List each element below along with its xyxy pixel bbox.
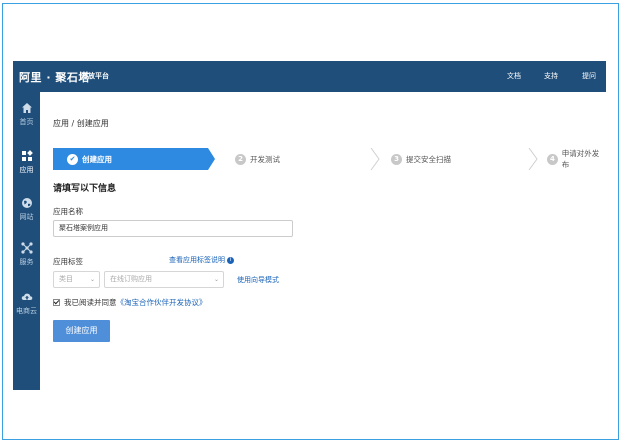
sidebar-item-site[interactable]: 网站 [13, 197, 40, 222]
main-content: 应用 / 创建应用 ✔ 创建应用 2 开发测试 3 提交安全扫描 4 申请对外发… [40, 92, 606, 390]
home-icon [21, 103, 32, 113]
sidebar-item-label: 服务 [19, 258, 34, 266]
step-publish: 4 申请对外发布 [547, 148, 606, 170]
step-dev-test: 2 开发测试 [235, 148, 280, 170]
sidebar-item-cloud[interactable]: 电商云 [13, 291, 40, 316]
step-label: 提交安全扫描 [406, 154, 451, 164]
step-number: 4 [547, 153, 558, 165]
sidebar-item-label: 应用 [19, 166, 34, 174]
section-title: 请填写以下信息 [53, 184, 117, 194]
agree-checkbox[interactable] [53, 299, 60, 306]
chevron-right-icon [370, 148, 380, 170]
nav-support-link[interactable]: 支持 [544, 71, 558, 81]
agree-text: 我已阅读并同意 [64, 298, 117, 307]
sidebar-item-service[interactable]: 服务 [13, 242, 40, 267]
app-name-input[interactable]: 聚石塔案例应用 [53, 220, 293, 237]
brand-subtitle: 开放平台 [81, 72, 109, 80]
tag-help-link[interactable]: 查看应用标签说明 i [169, 255, 234, 265]
tag-help-link-text: 查看应用标签说明 [169, 256, 225, 264]
step-number: 3 [391, 153, 402, 165]
select-placeholder: 在线订购应用 [110, 275, 152, 283]
step-security-scan: 3 提交安全扫描 [391, 148, 451, 170]
nav-docs-link[interactable]: 文档 [507, 71, 521, 81]
cloud-upload-icon [21, 293, 32, 300]
step-label: 申请对外发布 [561, 149, 600, 169]
chevron-down-icon: ⌄ [89, 276, 95, 283]
step-label: 开发测试 [250, 154, 280, 164]
step-create-app: ✔ 创建应用 [53, 148, 215, 170]
globe-icon [21, 198, 32, 208]
guide-mode-link[interactable]: 使用向导模式 [237, 275, 279, 285]
app-tag-label: 应用标签 [53, 257, 83, 266]
agreement-link[interactable]: 《淘宝合作伙伴开发协议》 [117, 297, 207, 308]
sidebar-item-app[interactable]: 应用 [13, 150, 40, 175]
info-icon: i [227, 256, 234, 264]
progress-steps: ✔ 创建应用 2 开发测试 3 提交安全扫描 4 申请对外发布 [53, 148, 606, 170]
sidebar-item-home[interactable]: 首页 [13, 102, 40, 127]
nav-ticket-link[interactable]: 提问 [582, 71, 596, 81]
app-name-label: 应用名称 [53, 207, 83, 216]
sidebar-item-label: 网站 [19, 213, 34, 221]
chevron-down-icon: ⌄ [213, 276, 219, 283]
step-number: 2 [235, 153, 246, 165]
tag-category-select[interactable]: 类目 ⌄ [53, 271, 100, 288]
chevron-right-icon [528, 148, 538, 170]
checkmark-icon: ✔ [67, 153, 78, 165]
sidebar: 首页 应用 网站 服务 电商云 [13, 92, 40, 390]
network-icon [20, 242, 33, 254]
grid-icon [21, 150, 33, 161]
create-app-button[interactable]: 创建应用 [53, 320, 110, 342]
top-navbar: 阿里 · 聚石塔 开放平台 文档 支持 提问 [13, 61, 606, 92]
brand-logo[interactable]: 阿里 · 聚石塔 [19, 69, 90, 85]
sidebar-item-label: 电商云 [16, 307, 37, 315]
tag-sub-select[interactable]: 在线订购应用 ⌄ [104, 271, 224, 288]
select-placeholder: 类目 [59, 275, 73, 283]
sidebar-item-label: 首页 [19, 118, 34, 126]
step-label: 创建应用 [82, 154, 112, 164]
agreement-row: 我已阅读并同意 《淘宝合作伙伴开发协议》 [53, 297, 207, 308]
breadcrumb: 应用 / 创建应用 [53, 119, 109, 128]
